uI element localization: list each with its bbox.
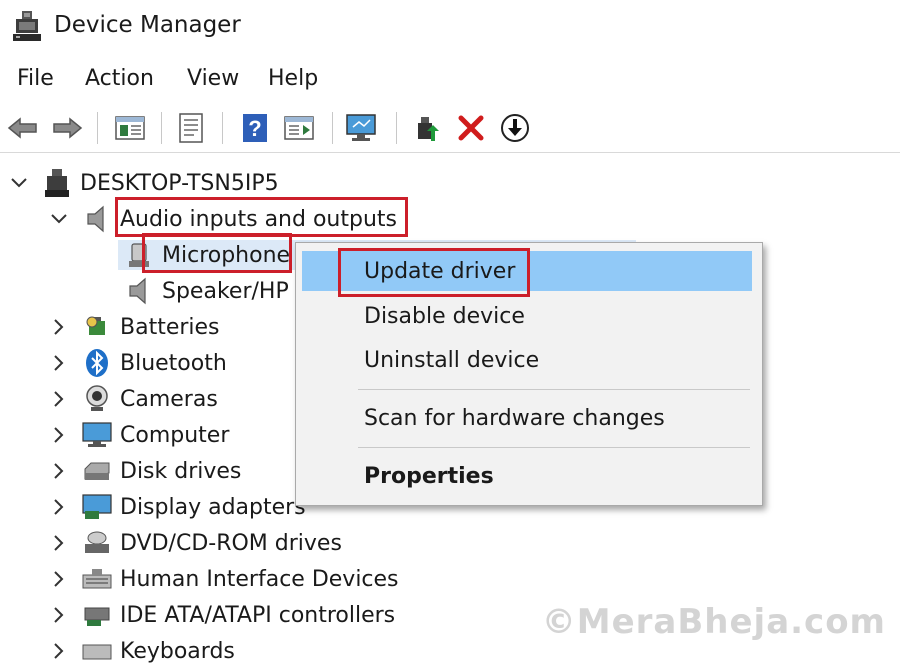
tree-item-label: Disk drives xyxy=(120,458,242,484)
chevron-down-icon[interactable] xyxy=(8,172,30,194)
battery-icon xyxy=(82,312,112,342)
tree-item-label: DVD/CD-ROM drives xyxy=(120,530,342,556)
svg-text:?: ? xyxy=(248,116,261,141)
tree-item-dvd-drives[interactable]: DVD/CD-ROM drives xyxy=(48,526,342,560)
tree-item-label: Human Interface Devices xyxy=(120,566,399,592)
chevron-right-icon[interactable] xyxy=(48,532,70,554)
chevron-right-icon[interactable] xyxy=(48,352,70,374)
tree-item-label: Display adapters xyxy=(120,494,306,520)
tree-item-speaker-label: Speaker/HP xyxy=(162,278,289,304)
tree-item-speaker[interactable]: Speaker/HP xyxy=(124,274,289,308)
forward-icon[interactable] xyxy=(50,112,84,144)
tree-item-ide-controllers[interactable]: IDE ATA/ATAPI controllers xyxy=(48,598,395,632)
disable-icon[interactable] xyxy=(498,112,532,144)
action-pane-icon[interactable] xyxy=(282,112,316,144)
device-manager-icon xyxy=(13,11,41,41)
monitor-icon[interactable] xyxy=(344,112,378,144)
tree-item-display-adapters[interactable]: Display adapters xyxy=(48,490,306,524)
highlight-box-audio xyxy=(115,197,408,237)
highlight-box-update-driver xyxy=(338,248,530,297)
window-title: Device Manager xyxy=(54,12,241,38)
tree-item-label: Cameras xyxy=(120,386,218,412)
keyboard-mouse-icon xyxy=(82,564,112,594)
dvd-drive-icon xyxy=(82,528,112,558)
chevron-right-icon[interactable] xyxy=(48,388,70,410)
chevron-right-icon[interactable] xyxy=(48,640,70,662)
menu-action[interactable]: Action xyxy=(85,66,154,91)
uninstall-icon[interactable] xyxy=(454,112,488,144)
chevron-right-icon[interactable] xyxy=(48,604,70,626)
computer-tower-icon xyxy=(42,168,72,198)
tree-item-hid[interactable]: Human Interface Devices xyxy=(48,562,399,596)
show-hide-console-tree-icon[interactable] xyxy=(113,112,147,144)
bluetooth-icon xyxy=(82,348,112,378)
tree-item-label: Computer xyxy=(120,422,230,448)
menu-view[interactable]: View xyxy=(187,66,239,91)
webcam-icon xyxy=(82,384,112,414)
watermark: ©MeraBheja.com xyxy=(541,602,886,642)
speaker-icon xyxy=(82,204,112,234)
tree-root-label: DESKTOP-TSN5IP5 xyxy=(80,170,279,196)
menu-item-label: Uninstall device xyxy=(364,347,540,373)
menu-help[interactable]: Help xyxy=(268,66,318,91)
tree-item-label: Bluetooth xyxy=(120,350,227,376)
chevron-right-icon[interactable] xyxy=(48,568,70,590)
menu-item-label: Properties xyxy=(364,463,494,489)
disk-drive-icon xyxy=(82,456,112,486)
display-adapter-icon xyxy=(82,492,112,522)
chevron-down-icon[interactable] xyxy=(48,208,70,230)
tree-item-keyboards[interactable]: Keyboards xyxy=(48,634,235,668)
tree-item-label: Keyboards xyxy=(120,638,235,664)
menu-item-label: Scan for hardware changes xyxy=(364,405,665,431)
menu-item-properties[interactable]: Properties xyxy=(302,456,752,496)
chevron-right-icon[interactable] xyxy=(48,496,70,518)
toolbar: ? xyxy=(0,104,900,153)
controller-icon xyxy=(82,600,112,630)
menu-separator xyxy=(358,389,750,390)
chevron-right-icon[interactable] xyxy=(48,424,70,446)
menu-separator xyxy=(358,447,750,448)
menu-item-uninstall-device[interactable]: Uninstall device xyxy=(302,340,752,380)
menu-item-scan-hardware[interactable]: Scan for hardware changes xyxy=(302,398,752,438)
menu-item-label: Disable device xyxy=(364,303,525,329)
tree-item-computer[interactable]: Computer xyxy=(48,418,229,452)
tree-root[interactable]: DESKTOP-TSN5IP5 xyxy=(8,166,279,200)
tree-item-batteries[interactable]: Batteries xyxy=(48,310,220,344)
help-icon[interactable]: ? xyxy=(238,112,272,144)
title-bar: Device Manager xyxy=(0,0,900,56)
tree-item-label: Batteries xyxy=(120,314,220,340)
menu-item-disable-device[interactable]: Disable device xyxy=(302,296,752,336)
menu-file[interactable]: File xyxy=(17,66,54,91)
menu-bar: File Action View Help xyxy=(0,62,900,98)
update-driver-icon[interactable] xyxy=(410,112,444,144)
back-icon[interactable] xyxy=(6,112,40,144)
tree-item-disk-drives[interactable]: Disk drives xyxy=(48,454,241,488)
tree-item-bluetooth[interactable]: Bluetooth xyxy=(48,346,227,380)
speaker-icon xyxy=(124,276,154,306)
properties-icon[interactable] xyxy=(174,112,208,144)
tree-item-cameras[interactable]: Cameras xyxy=(48,382,218,416)
monitor-icon xyxy=(82,420,112,450)
highlight-box-microphone xyxy=(142,233,292,273)
chevron-right-icon[interactable] xyxy=(48,316,70,338)
tree-item-label: IDE ATA/ATAPI controllers xyxy=(120,602,396,628)
keyboard-icon xyxy=(82,636,112,666)
chevron-right-icon[interactable] xyxy=(48,460,70,482)
